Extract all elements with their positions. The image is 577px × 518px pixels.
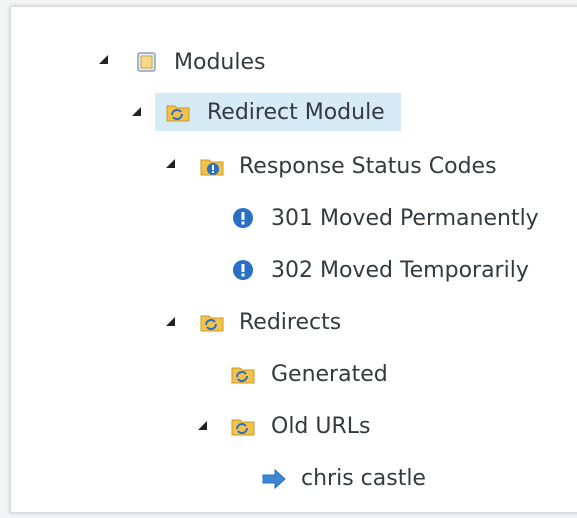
tree-node-label: Redirect Module [207, 99, 385, 125]
expand-toggle-old-urls[interactable] [198, 421, 207, 430]
folder-sync-icon [231, 419, 255, 436]
tree-node-modules[interactable]: Modules [129, 43, 329, 81]
folder-sync-icon [231, 367, 255, 384]
tree-node-response-status-codes[interactable]: Response Status Codes [196, 147, 536, 185]
tree-node-302[interactable]: 302 Moved Temporarily [227, 251, 572, 289]
module-box-icon [137, 52, 156, 72]
tree-node-label: 301 Moved Permanently [271, 205, 539, 231]
arrow-right-icon [262, 468, 286, 490]
expand-toggle-redirects[interactable] [166, 317, 175, 326]
tree-node-redirect-module[interactable]: Redirect Module [155, 93, 401, 131]
expand-toggle-modules[interactable] [99, 55, 108, 64]
info-circle-icon [233, 208, 253, 228]
info-circle-icon [233, 260, 253, 280]
tree-node-chris-castle[interactable]: chris castle [259, 459, 479, 497]
tree-node-label: Old URLs [271, 413, 371, 439]
folder-sync-icon [166, 105, 190, 122]
tree-node-label: Generated [271, 361, 388, 387]
tree-node-redirects[interactable]: Redirects [196, 303, 396, 341]
folder-info-icon [200, 159, 224, 176]
tree-node-label: Modules [174, 49, 266, 75]
tree-node-label: 302 Moved Temporarily [271, 257, 529, 283]
tree-node-label: Redirects [239, 309, 342, 335]
folder-sync-icon [200, 315, 224, 332]
tree-node-generated[interactable]: Generated [227, 355, 427, 393]
tree-node-301[interactable]: 301 Moved Permanently [227, 199, 572, 237]
expand-toggle-response-status-codes[interactable] [166, 159, 175, 168]
tree-node-old-urls[interactable]: Old URLs [227, 407, 427, 445]
tree-node-label: Response Status Codes [239, 153, 497, 179]
expand-toggle-redirect-module[interactable] [132, 107, 141, 116]
content-tree-panel: Modules Redirect Module Response Status … [10, 6, 577, 513]
tree-node-label: chris castle [301, 465, 426, 491]
